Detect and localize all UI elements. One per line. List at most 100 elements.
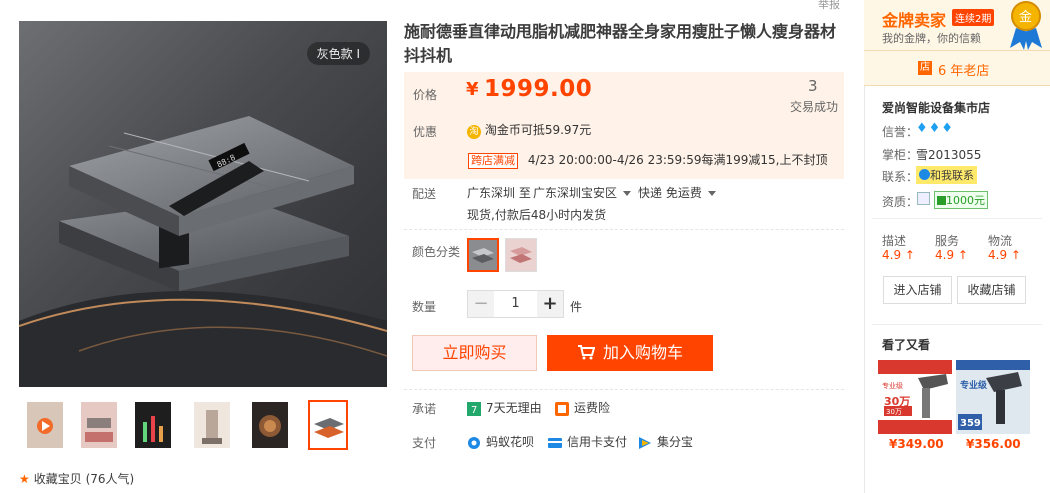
shipping-insurance-icon (555, 401, 569, 416)
main-product-image: 88:8 灰色款 I (19, 21, 387, 387)
rec-2-text-a: 专业级 (960, 379, 988, 391)
thumbnail-3[interactable] (135, 402, 171, 448)
keeper-name[interactable]: 雪2013055 (916, 146, 981, 163)
thumbnail-1-image (27, 402, 63, 448)
color-gray-image (469, 240, 497, 270)
license-icon[interactable] (917, 192, 930, 205)
price-symbol: ¥ (466, 79, 479, 100)
deposit-value: 1000元 (946, 194, 985, 207)
chevron-down-icon (623, 191, 632, 196)
cart-icon (577, 345, 596, 360)
enter-shop-button[interactable]: 进入店铺 (883, 276, 952, 304)
add-to-cart-label: 加入购物车 (602, 343, 683, 362)
recommended-item-1-image: 专业级 30万 30万 (878, 360, 952, 434)
thumbnail-6[interactable] (308, 400, 348, 450)
favorite-item[interactable]: ★ 收藏宝贝 (76人气) (19, 470, 134, 487)
diamond-icon: ♦♦♦ (916, 121, 954, 136)
coin-text: 淘金币可抵 (484, 123, 545, 137)
taobao-coin-icon: 淘 (467, 125, 481, 139)
ship-to-select[interactable]: 广东深圳宝安区 (533, 184, 632, 201)
qualification-label: 资质： (882, 195, 919, 209)
credit-label: 信誉： (882, 125, 919, 139)
coin-amount: 59.97元 (544, 123, 592, 137)
chat-icon (919, 169, 930, 180)
report-link[interactable]: 举报 (818, 0, 840, 12)
ship-note: 现货,付款后48小时内发货 (467, 208, 607, 222)
recommended-item-1-price: ¥349.00 (889, 437, 944, 451)
rec-2-text-b: 359 (960, 418, 981, 429)
also-viewed-title: 看了又看 (882, 338, 931, 352)
qty-input[interactable]: 1 (494, 291, 537, 317)
price-label: 价格 (413, 88, 438, 102)
qty-decrease-button[interactable]: − (468, 291, 494, 317)
thumbnail-5[interactable] (252, 402, 288, 448)
favorite-shop-button[interactable]: 收藏店铺 (957, 276, 1026, 304)
thumbnail-2[interactable] (81, 402, 117, 448)
ship-to: 广东深圳宝安区 (533, 186, 618, 200)
thumbnail-1[interactable] (27, 402, 63, 448)
thumbnail-3-image (135, 402, 171, 448)
color-option-pink[interactable] (505, 238, 537, 272)
ship-method: 快递 免运费 (638, 186, 702, 200)
pay-1-label: 蚂蚁花呗 (486, 435, 535, 449)
qty-label: 数量 (412, 300, 437, 314)
gold-seller-badge: 连续2期 (952, 9, 995, 26)
old-shop-row: 店 6 年老店 (864, 50, 1050, 86)
contact-label: 联系： (882, 170, 919, 184)
color-option-gray[interactable] (467, 238, 499, 272)
coin-row: 淘 淘金币可抵59.97元 (467, 121, 591, 139)
deposit-icon (937, 196, 946, 205)
pay-1[interactable]: 蚂蚁花呗 (467, 433, 534, 450)
thumbnail-2-image (81, 402, 117, 448)
divider (872, 324, 1042, 325)
gold-seller-banner: 金牌卖家 连续2期 我的金牌，你的信赖 金 (864, 0, 1050, 50)
promise-2[interactable]: 运费险 (555, 399, 610, 416)
ship-method-select[interactable]: 快递 免运费 (638, 184, 716, 201)
rating-desc-label: 描述 (882, 234, 907, 248)
qty-unit: 件 (570, 300, 583, 314)
shop-name[interactable]: 爱尚智能设备集市店 (882, 99, 990, 116)
pay-label: 支付 (412, 436, 437, 450)
rating-desc-value: 4.9 ↑ (882, 248, 915, 262)
jifenbao-icon (639, 436, 651, 449)
promo-tag: 跨店满减 (468, 153, 518, 169)
rating-service-label: 服务 (935, 234, 960, 248)
promise-1[interactable]: 7 7天无理由 (467, 399, 542, 416)
rec-1-text-a: 专业级 (882, 381, 903, 390)
promo-text: 4/23 20:00:00-4/26 23:59:59每满199减15,上不封顶 (527, 153, 828, 167)
svg-text:金: 金 (1019, 9, 1032, 25)
thumbnail-4[interactable] (194, 402, 230, 448)
color-pink-image (506, 239, 536, 271)
gold-medal-icon: 金 (1010, 1, 1042, 50)
qty-increase-button[interactable]: + (537, 291, 563, 317)
product-photo: 88:8 (19, 116, 387, 387)
price-value: 1999.00 (484, 76, 593, 102)
huabei-icon (468, 436, 480, 449)
thumbnail-4-image (194, 402, 230, 448)
add-to-cart-button[interactable]: 加入购物车 (547, 335, 713, 371)
pay-2[interactable]: 信用卡支付 (548, 433, 627, 450)
divider (404, 229, 844, 230)
contact-button[interactable]: 和我联系 (916, 166, 977, 184)
promo-row: 跨店满减 4/23 20:00:00-4/26 23:59:59每满199减15… (468, 151, 827, 169)
buy-now-button[interactable]: 立即购买 (412, 335, 537, 371)
gold-seller-title: 金牌卖家 (882, 11, 947, 30)
deals-count: 3 (808, 77, 818, 95)
recommended-item-2[interactable]: 专业级 359 (956, 360, 1030, 434)
keeper-label: 掌柜： (882, 148, 919, 162)
recommended-item-1[interactable]: 专业级 30万 30万 (878, 360, 952, 434)
pay-3-label: 集分宝 (657, 435, 694, 449)
thumbnail-5-image (252, 402, 288, 448)
pay-2-label: 信用卡支付 (567, 435, 628, 449)
favorite-count: (76人气) (85, 472, 135, 486)
divider (404, 389, 844, 390)
old-shop-label: 6 年老店 (938, 64, 990, 79)
deposit-badge[interactable]: 1000元 (934, 191, 988, 209)
promo-label: 优惠 (413, 125, 438, 139)
promise-1-label: 7天无理由 (486, 401, 542, 415)
favorite-label: 收藏宝贝 (33, 472, 82, 486)
pay-3[interactable]: 集分宝 (638, 433, 693, 450)
rating-logistics-label: 物流 (988, 234, 1013, 248)
deals-label: 交易成功 (790, 100, 839, 114)
divider (872, 218, 1042, 219)
